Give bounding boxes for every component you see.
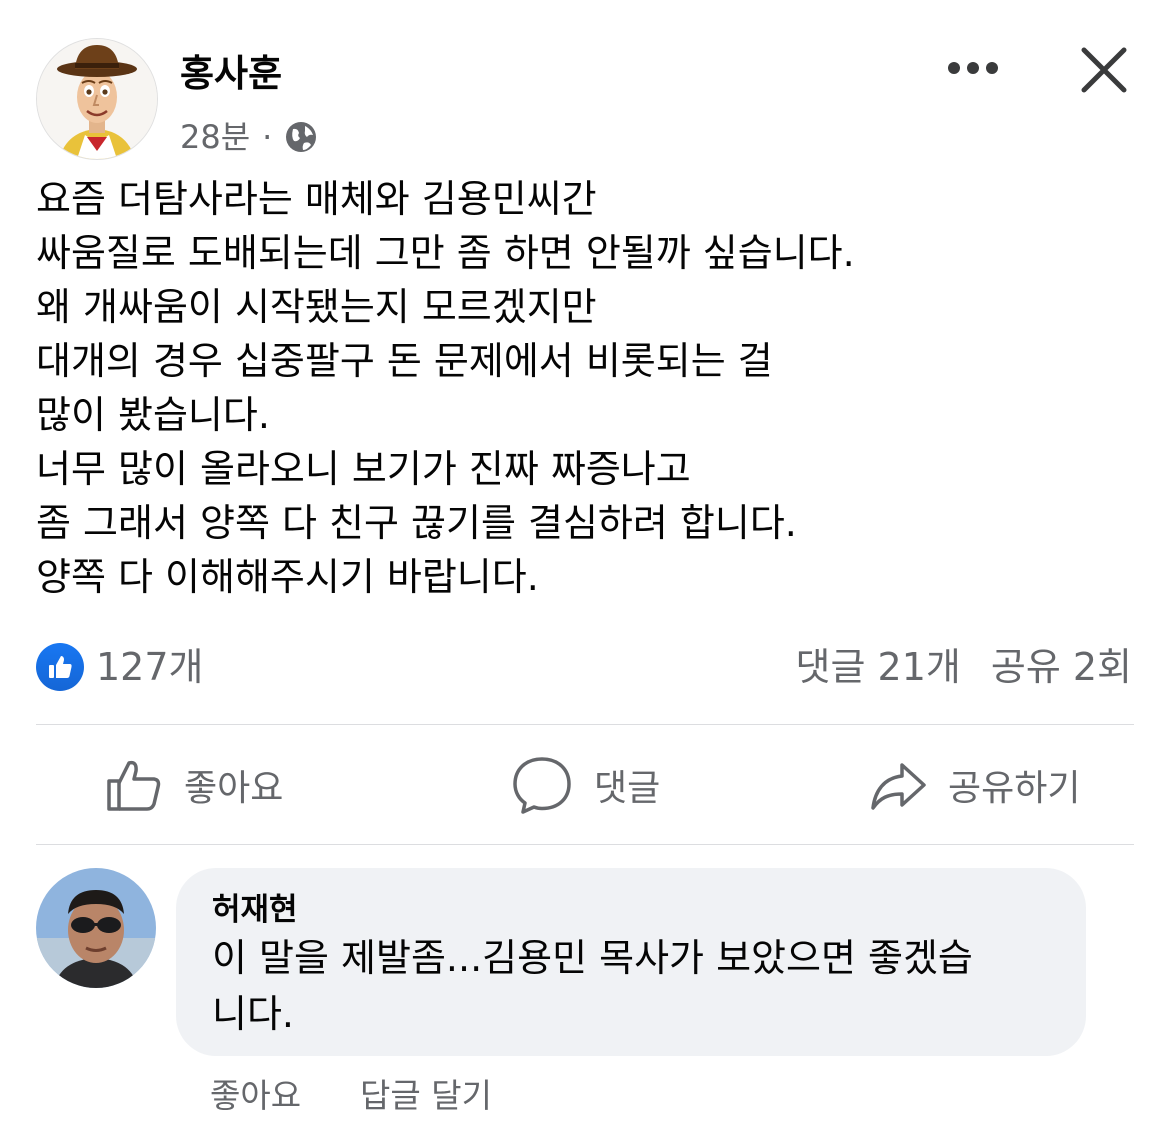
commenter-avatar-image — [36, 868, 156, 988]
commenter-name[interactable]: 허재현 — [212, 888, 298, 932]
like-button[interactable]: 좋아요 — [104, 750, 283, 820]
globe-icon — [286, 122, 317, 152]
divider — [36, 844, 1134, 845]
comment-text: 이 말을 제발좀...김용민 목사가 보았으면 좋겠습 니다. — [212, 930, 1072, 1042]
post-line: 싸움질로 도배되는데 그만 좀 하면 안될까 싶습니다. — [36, 231, 855, 275]
comment-line: 이 말을 제발좀...김용민 목사가 보았으면 좋겠습 — [212, 936, 973, 980]
engagement-stats: 댓글 21개 공유 2회 — [796, 640, 1132, 694]
more-options-button[interactable] — [942, 46, 1004, 90]
comment-button-label: 댓글 — [594, 768, 661, 809]
author-name[interactable]: 홍사훈 — [180, 48, 282, 100]
post-meta: 28분 · — [180, 113, 318, 161]
share-count[interactable]: 공유 2회 — [991, 640, 1132, 694]
comment-count[interactable]: 댓글 21개 — [796, 640, 961, 694]
author-avatar-image — [37, 39, 157, 159]
author-avatar[interactable] — [36, 38, 158, 160]
comment-button[interactable]: 댓글 — [510, 750, 660, 820]
share-button-label: 공유하기 — [948, 768, 1081, 809]
comment-like-link[interactable]: 좋아요 — [210, 1070, 301, 1122]
close-button[interactable] — [1074, 40, 1134, 100]
like-outline-icon — [107, 760, 161, 811]
like-button-label: 좋아요 — [184, 768, 284, 809]
comment-bubble-icon — [513, 757, 571, 814]
divider — [36, 724, 1134, 725]
post-line: 양쪽 다 이해해주시기 바랍니다. — [36, 555, 539, 599]
thumbs-up-icon — [49, 656, 72, 678]
post-line: 좀 그래서 양쪽 다 친구 끊기를 결심하려 합니다. — [36, 501, 797, 545]
post-time[interactable]: 28분 — [180, 113, 250, 161]
comment-line: 니다. — [212, 992, 294, 1036]
comment-reply-link[interactable]: 답글 달기 — [360, 1070, 492, 1122]
post-line: 너무 많이 올라오니 보기가 진짜 짜증나고 — [36, 447, 691, 491]
more-dots-icon — [948, 62, 998, 74]
like-reaction-icon[interactable] — [36, 643, 84, 691]
commenter-avatar[interactable] — [36, 868, 156, 988]
meta-separator: · — [262, 118, 273, 156]
post-line: 대개의 경우 십중팔구 돈 문제에서 비롯되는 걸 — [36, 339, 773, 383]
share-arrow-icon — [871, 763, 926, 810]
share-button[interactable]: 공유하기 — [868, 750, 1080, 820]
post-text: 요즘 더탐사라는 매체와 김용민씨간 싸움질로 도배되는데 그만 좀 하면 안될… — [36, 172, 1146, 604]
post-line: 요즘 더탐사라는 매체와 김용민씨간 — [36, 177, 597, 221]
post-line: 많이 봤습니다. — [36, 393, 270, 437]
close-icon — [1081, 47, 1127, 93]
post-line: 왜 개싸움이 시작됐는지 모르겠지만 — [36, 285, 597, 329]
like-count[interactable]: 127개 — [96, 640, 204, 694]
